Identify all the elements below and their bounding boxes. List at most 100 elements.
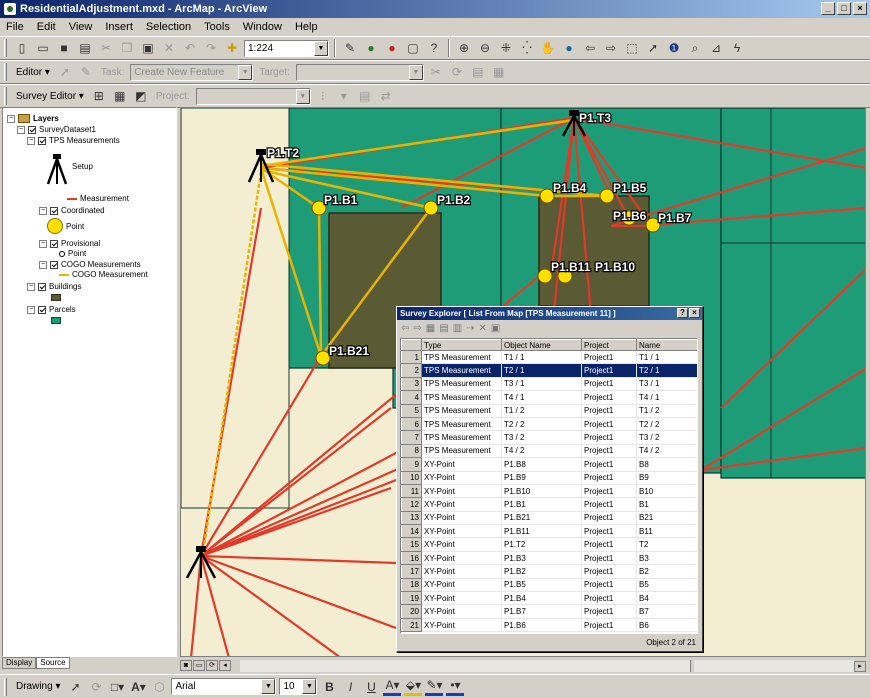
collapse-icon[interactable]: − [27,136,35,145]
collapse-icon[interactable]: − [39,206,47,215]
chevron-down-icon[interactable]: ▼ [302,679,317,694]
rotate-tool-icon[interactable]: ⟳ [448,63,466,81]
column-header-type[interactable]: Type [421,339,502,351]
chevron-down-icon[interactable]: ▼ [295,88,310,104]
help-icon[interactable]: ? [677,308,688,318]
properties-icon[interactable]: ▣ [491,323,500,334]
toc-item-cogo-measurements[interactable]: COGO Measurements [61,260,141,269]
layer-visibility-checkbox[interactable] [38,136,46,145]
whats-this-icon[interactable]: ? [425,39,443,57]
list-from-map-icon[interactable]: ▦ [111,87,129,105]
arctoolbox-icon[interactable]: ● [383,39,401,57]
collapse-icon[interactable]: − [27,305,35,314]
table-row[interactable]: 16 XY-Point P1.B3 Project1 B3 [401,550,697,566]
point-b2[interactable] [423,200,439,216]
drawing-menu-button[interactable]: Drawing ▾ [13,681,63,692]
survey-explorer-icon[interactable]: ⊞ [90,87,108,105]
point-b21[interactable] [315,350,331,366]
collapse-icon[interactable]: − [39,239,47,248]
redo-icon[interactable]: ↷ [202,39,220,57]
editor-menu-button[interactable]: Editor ▾ [13,67,53,78]
find-icon[interactable]: ⌕ [686,39,704,57]
data-view-icon[interactable]: ◙ [180,660,192,671]
collapse-icon[interactable]: − [27,282,35,291]
table-row[interactable]: 6 TPS Measurement T2 / 2 Project1 T2 / 2 [401,416,697,432]
menu-window[interactable]: Window [241,20,284,34]
maximize-button[interactable]: □ [837,2,851,15]
scrollbar-track[interactable] [240,660,854,672]
layer-visibility-checkbox[interactable] [50,260,58,269]
collapse-icon[interactable]: − [39,260,47,269]
select-elements-icon[interactable]: ➚ [644,39,662,57]
column-header-name[interactable]: Name [636,339,697,351]
layers-label[interactable]: Layers [33,114,59,123]
bold-button[interactable]: B [320,678,338,696]
print-icon[interactable]: ▤ [76,39,94,57]
scrollbar-thumb[interactable] [690,660,694,672]
project-combo[interactable]: ▼ [195,87,311,105]
table-row-selected[interactable]: 2 TPS Measurement T2 / 1 Project1 T2 / 1 [401,363,697,378]
zoom-in-icon[interactable]: ⊕ [455,39,473,57]
table-row[interactable]: 19 XY-Point P1.B4 Project1 B4 [401,591,697,606]
column-header-object-name[interactable]: Object Name [501,339,582,351]
rectangle-icon[interactable]: □▾ [108,678,126,696]
save-icon[interactable]: ■ [55,39,73,57]
grid-icon[interactable]: ▥ [453,323,462,334]
sketch-properties-icon[interactable]: ▦ [490,63,508,81]
undo-icon[interactable]: ↶ [181,39,199,57]
toolbar-grip[interactable] [4,63,7,81]
layer-visibility-checkbox[interactable] [50,206,58,215]
target-combo[interactable]: ▼ [295,63,424,81]
arccatalog-icon[interactable]: ● [362,39,380,57]
table-row[interactable]: 1 TPS Measurement T1 / 1 Project1 T1 / 1 [401,349,697,365]
layer-visibility-checkbox[interactable] [28,125,36,134]
back-extent-icon[interactable]: ⇦ [581,39,599,57]
italic-button[interactable]: I [341,678,359,696]
row-number-header[interactable] [401,339,422,351]
close-icon[interactable]: × [689,308,700,318]
marker-color-icon[interactable]: •▾ [446,678,465,696]
paste-icon[interactable]: ▣ [139,39,157,57]
map-horizontal-scrollbar[interactable]: ◙ ▭ ⟳ ◂ ▸ [180,659,866,673]
survey-editor-menu-button[interactable]: Survey Editor ▾ [13,91,87,102]
full-extent-icon[interactable]: ● [560,39,578,57]
table-row[interactable]: 20 XY-Point P1.B7 Project1 B7 [401,604,697,619]
refresh-icon[interactable]: ⟳ [206,660,218,671]
measure-icon[interactable]: ⊿ [707,39,725,57]
zoom-out-icon[interactable]: ⊖ [476,39,494,57]
point-b4[interactable] [539,188,555,204]
chevron-down-icon[interactable]: ▼ [238,64,253,80]
point-b5[interactable] [599,188,615,204]
toolbar-grip[interactable] [4,87,7,105]
table-row[interactable]: 15 XY-Point P1.T2 Project1 T2 [401,537,697,552]
rotate-icon[interactable]: ⟳ [87,678,105,696]
select-features-icon[interactable]: ⬚ [623,39,641,57]
tab-display[interactable]: Display [2,657,37,669]
table-row[interactable]: 21 XY-Point P1.B6 Project1 B6 [401,617,697,633]
menu-help[interactable]: Help [293,20,320,34]
chevron-down-icon[interactable]: ▼ [261,679,276,694]
chevron-down-icon[interactable]: ▼ [314,40,328,56]
toc-item-provisional[interactable]: Provisional [61,239,100,248]
back-arrow-icon[interactable]: ⇦ [401,323,409,334]
move-icon[interactable]: ⇢ [466,323,474,334]
menu-selection[interactable]: Selection [144,20,193,34]
table-row[interactable]: 9 XY-Point P1.B8 Project1 B8 [401,457,697,472]
scroll-right-icon[interactable]: ▸ [854,660,866,672]
fixed-zoom-out-icon[interactable]: ⁛ [518,39,536,57]
delete-icon[interactable]: ✕ [160,39,178,57]
scroll-left-icon[interactable]: ◂ [219,660,231,671]
layer-visibility-checkbox[interactable] [38,305,46,314]
layer-visibility-checkbox[interactable] [50,239,58,248]
menu-file[interactable]: File [4,20,26,34]
survey-explorer-window[interactable]: Survey Explorer [ List From Map [TPS Mea… [396,306,703,652]
sketch-tool-icon[interactable]: ✎ [77,63,95,81]
identify-icon[interactable]: ❶ [665,39,683,57]
table-row[interactable]: 11 XY-Point P1.B10 Project1 B10 [401,483,697,499]
toc-item-coordinated[interactable]: Coordinated [61,206,105,215]
survey-options-icon[interactable]: ▾ [335,87,353,105]
underline-button[interactable]: U [362,678,380,696]
menu-insert[interactable]: Insert [103,20,135,34]
point-b11[interactable] [537,268,553,284]
survey-list-icon[interactable]: ▤ [356,87,374,105]
